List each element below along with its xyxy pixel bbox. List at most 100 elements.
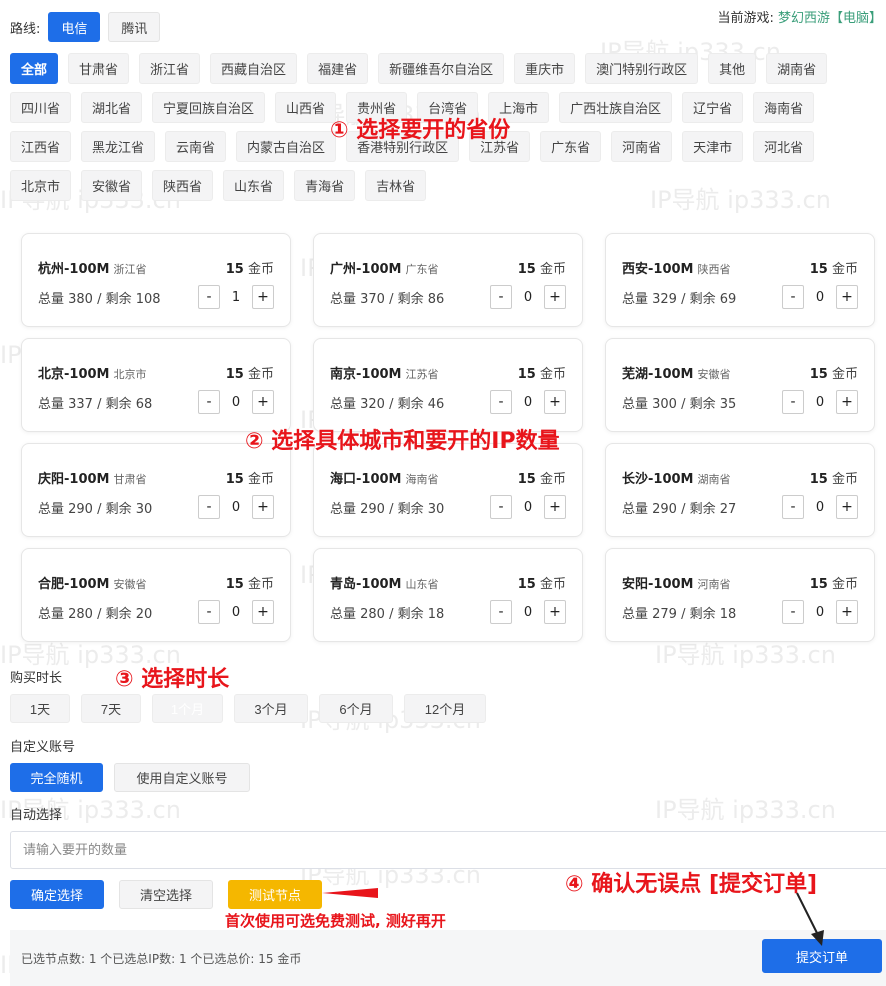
city-price-amount: 15 bbox=[517, 367, 536, 382]
city-card-title: 北京-100M 北京市 bbox=[38, 363, 146, 382]
current-game-value[interactable]: 梦幻西游【电脑】 bbox=[778, 11, 882, 26]
city-price-unit: 金币 bbox=[539, 577, 566, 592]
city-name: 北京-100M bbox=[38, 367, 110, 382]
duration-option-12months[interactable]: 12个月 bbox=[404, 694, 486, 723]
province-option[interactable]: 安徽省 bbox=[81, 170, 143, 201]
decrement-button[interactable]: - bbox=[198, 390, 220, 414]
route-option-telecom[interactable]: 电信 bbox=[48, 12, 101, 42]
province-option[interactable]: 内蒙古自治区 bbox=[236, 131, 337, 162]
duration-option-6months[interactable]: 6个月 bbox=[319, 694, 393, 723]
city-card-body: 总量 380 / 剩余 108 -1 + bbox=[38, 284, 274, 310]
city-price: 15 金币 bbox=[810, 573, 858, 592]
city-province: 陕西省 bbox=[697, 263, 731, 276]
increment-button[interactable]: + bbox=[252, 285, 274, 309]
city-price-amount: 15 bbox=[225, 472, 244, 487]
increment-button[interactable]: + bbox=[836, 600, 858, 624]
city-province: 湖南省 bbox=[697, 473, 731, 486]
city-card-title: 合肥-100M 安徽省 bbox=[38, 573, 146, 592]
city-card: 北京-100M 北京市 15 金币总量 337 / 剩余 68 -0 + bbox=[21, 338, 291, 432]
province-option[interactable]: 江西省 bbox=[10, 131, 72, 162]
duration-option-1day[interactable]: 1天 bbox=[10, 694, 70, 723]
city-province: 浙江省 bbox=[113, 263, 147, 276]
decrement-button[interactable]: - bbox=[782, 285, 804, 309]
province-option[interactable]: 吉林省 bbox=[365, 170, 427, 201]
province-option[interactable]: 甘肃省 bbox=[68, 53, 130, 84]
increment-button[interactable]: + bbox=[252, 495, 274, 519]
decrement-button[interactable]: - bbox=[198, 495, 220, 519]
submit-order-button[interactable]: 提交订单 bbox=[762, 939, 882, 973]
province-option[interactable]: 重庆市 bbox=[514, 53, 576, 84]
decrement-button[interactable]: - bbox=[198, 600, 220, 624]
auto-select-quantity-input[interactable] bbox=[10, 831, 886, 869]
province-option[interactable]: 全部 bbox=[10, 53, 59, 84]
province-option[interactable]: 河北省 bbox=[753, 131, 815, 162]
increment-button[interactable]: + bbox=[836, 495, 858, 519]
decrement-button[interactable]: - bbox=[490, 495, 512, 519]
province-option[interactable]: 澳门特别行政区 bbox=[585, 53, 699, 84]
quantity-stepper: -0 + bbox=[490, 600, 566, 624]
province-option[interactable]: 河南省 bbox=[611, 131, 673, 162]
increment-button[interactable]: + bbox=[544, 495, 566, 519]
province-option[interactable]: 广西壮族自治区 bbox=[559, 92, 673, 123]
city-stock: 总量 280 / 剩余 18 bbox=[330, 606, 445, 622]
city-card: 杭州-100M 浙江省 15 金币总量 380 / 剩余 108 -1 + bbox=[21, 233, 291, 327]
decrement-button[interactable]: - bbox=[782, 600, 804, 624]
watermark-text: IP导航 ip333.cn bbox=[655, 796, 836, 824]
city-card-header: 北京-100M 北京市 15 金币 bbox=[38, 363, 274, 382]
increment-button[interactable]: + bbox=[836, 390, 858, 414]
city-card-header: 杭州-100M 浙江省 15 金币 bbox=[38, 258, 274, 277]
province-option[interactable]: 北京市 bbox=[10, 170, 72, 201]
confirm-selection-button[interactable]: 确定选择 bbox=[10, 880, 104, 909]
province-option[interactable]: 辽宁省 bbox=[682, 92, 744, 123]
city-price-amount: 15 bbox=[517, 472, 536, 487]
province-option[interactable]: 广东省 bbox=[540, 131, 602, 162]
decrement-button[interactable]: - bbox=[782, 495, 804, 519]
increment-button[interactable]: + bbox=[544, 390, 566, 414]
account-option-random[interactable]: 完全随机 bbox=[10, 763, 103, 792]
province-option[interactable]: 福建省 bbox=[307, 53, 369, 84]
province-option[interactable]: 新疆维吾尔自治区 bbox=[378, 53, 505, 84]
province-option[interactable]: 湖北省 bbox=[81, 92, 143, 123]
quantity-stepper: -0 + bbox=[490, 390, 566, 414]
city-price-amount: 15 bbox=[809, 367, 828, 382]
province-option[interactable]: 西藏自治区 bbox=[210, 53, 298, 84]
test-node-button[interactable]: 测试节点 bbox=[228, 880, 322, 909]
province-option[interactable]: 湖南省 bbox=[766, 53, 828, 84]
increment-button[interactable]: + bbox=[544, 285, 566, 309]
province-option[interactable]: 海南省 bbox=[753, 92, 815, 123]
account-option-custom[interactable]: 使用自定义账号 bbox=[114, 763, 250, 792]
increment-button[interactable]: + bbox=[252, 600, 274, 624]
province-option[interactable]: 其他 bbox=[708, 53, 757, 84]
province-option[interactable]: 浙江省 bbox=[139, 53, 201, 84]
city-name: 芜湖-100M bbox=[622, 367, 694, 382]
clear-selection-button[interactable]: 清空选择 bbox=[119, 880, 213, 909]
province-option[interactable]: 陕西省 bbox=[152, 170, 214, 201]
duration-option-3months[interactable]: 3个月 bbox=[234, 694, 308, 723]
increment-button[interactable]: + bbox=[252, 390, 274, 414]
duration-option-1month[interactable]: 1个月 bbox=[152, 694, 223, 723]
decrement-button[interactable]: - bbox=[490, 285, 512, 309]
province-option[interactable]: 山西省 bbox=[275, 92, 337, 123]
city-card: 南京-100M 江苏省 15 金币 总量 320 / 剩余 46 -0 + bbox=[313, 338, 583, 432]
province-option[interactable]: 青海省 bbox=[294, 170, 356, 201]
city-card-body: 总量 290 / 剩余 30 -0 + bbox=[38, 494, 274, 520]
increment-button[interactable]: + bbox=[544, 600, 566, 624]
province-option[interactable]: 山东省 bbox=[223, 170, 285, 201]
decrement-button[interactable]: - bbox=[782, 390, 804, 414]
province-option[interactable]: 云南省 bbox=[165, 131, 227, 162]
province-option[interactable]: 四川省 bbox=[10, 92, 72, 123]
decrement-button[interactable]: - bbox=[490, 390, 512, 414]
city-card-body: 总量 337 / 剩余 68 -0 + bbox=[38, 389, 274, 415]
increment-button[interactable]: + bbox=[836, 285, 858, 309]
route-option-tencent[interactable]: 腾讯 bbox=[108, 12, 161, 42]
decrement-button[interactable]: - bbox=[198, 285, 220, 309]
quantity-stepper: -0 + bbox=[782, 495, 858, 519]
city-card-body: 总量 279 / 剩余 18 -0 + bbox=[622, 599, 858, 625]
province-option[interactable]: 黑龙江省 bbox=[81, 131, 156, 162]
city-card-header: 合肥-100M 安徽省 15 金币 bbox=[38, 573, 274, 592]
province-option[interactable]: 天津市 bbox=[682, 131, 744, 162]
province-option[interactable]: 宁夏回族自治区 bbox=[152, 92, 266, 123]
decrement-button[interactable]: - bbox=[490, 600, 512, 624]
duration-option-7days[interactable]: 7天 bbox=[81, 694, 141, 723]
city-price: 15 金币 bbox=[518, 468, 566, 487]
